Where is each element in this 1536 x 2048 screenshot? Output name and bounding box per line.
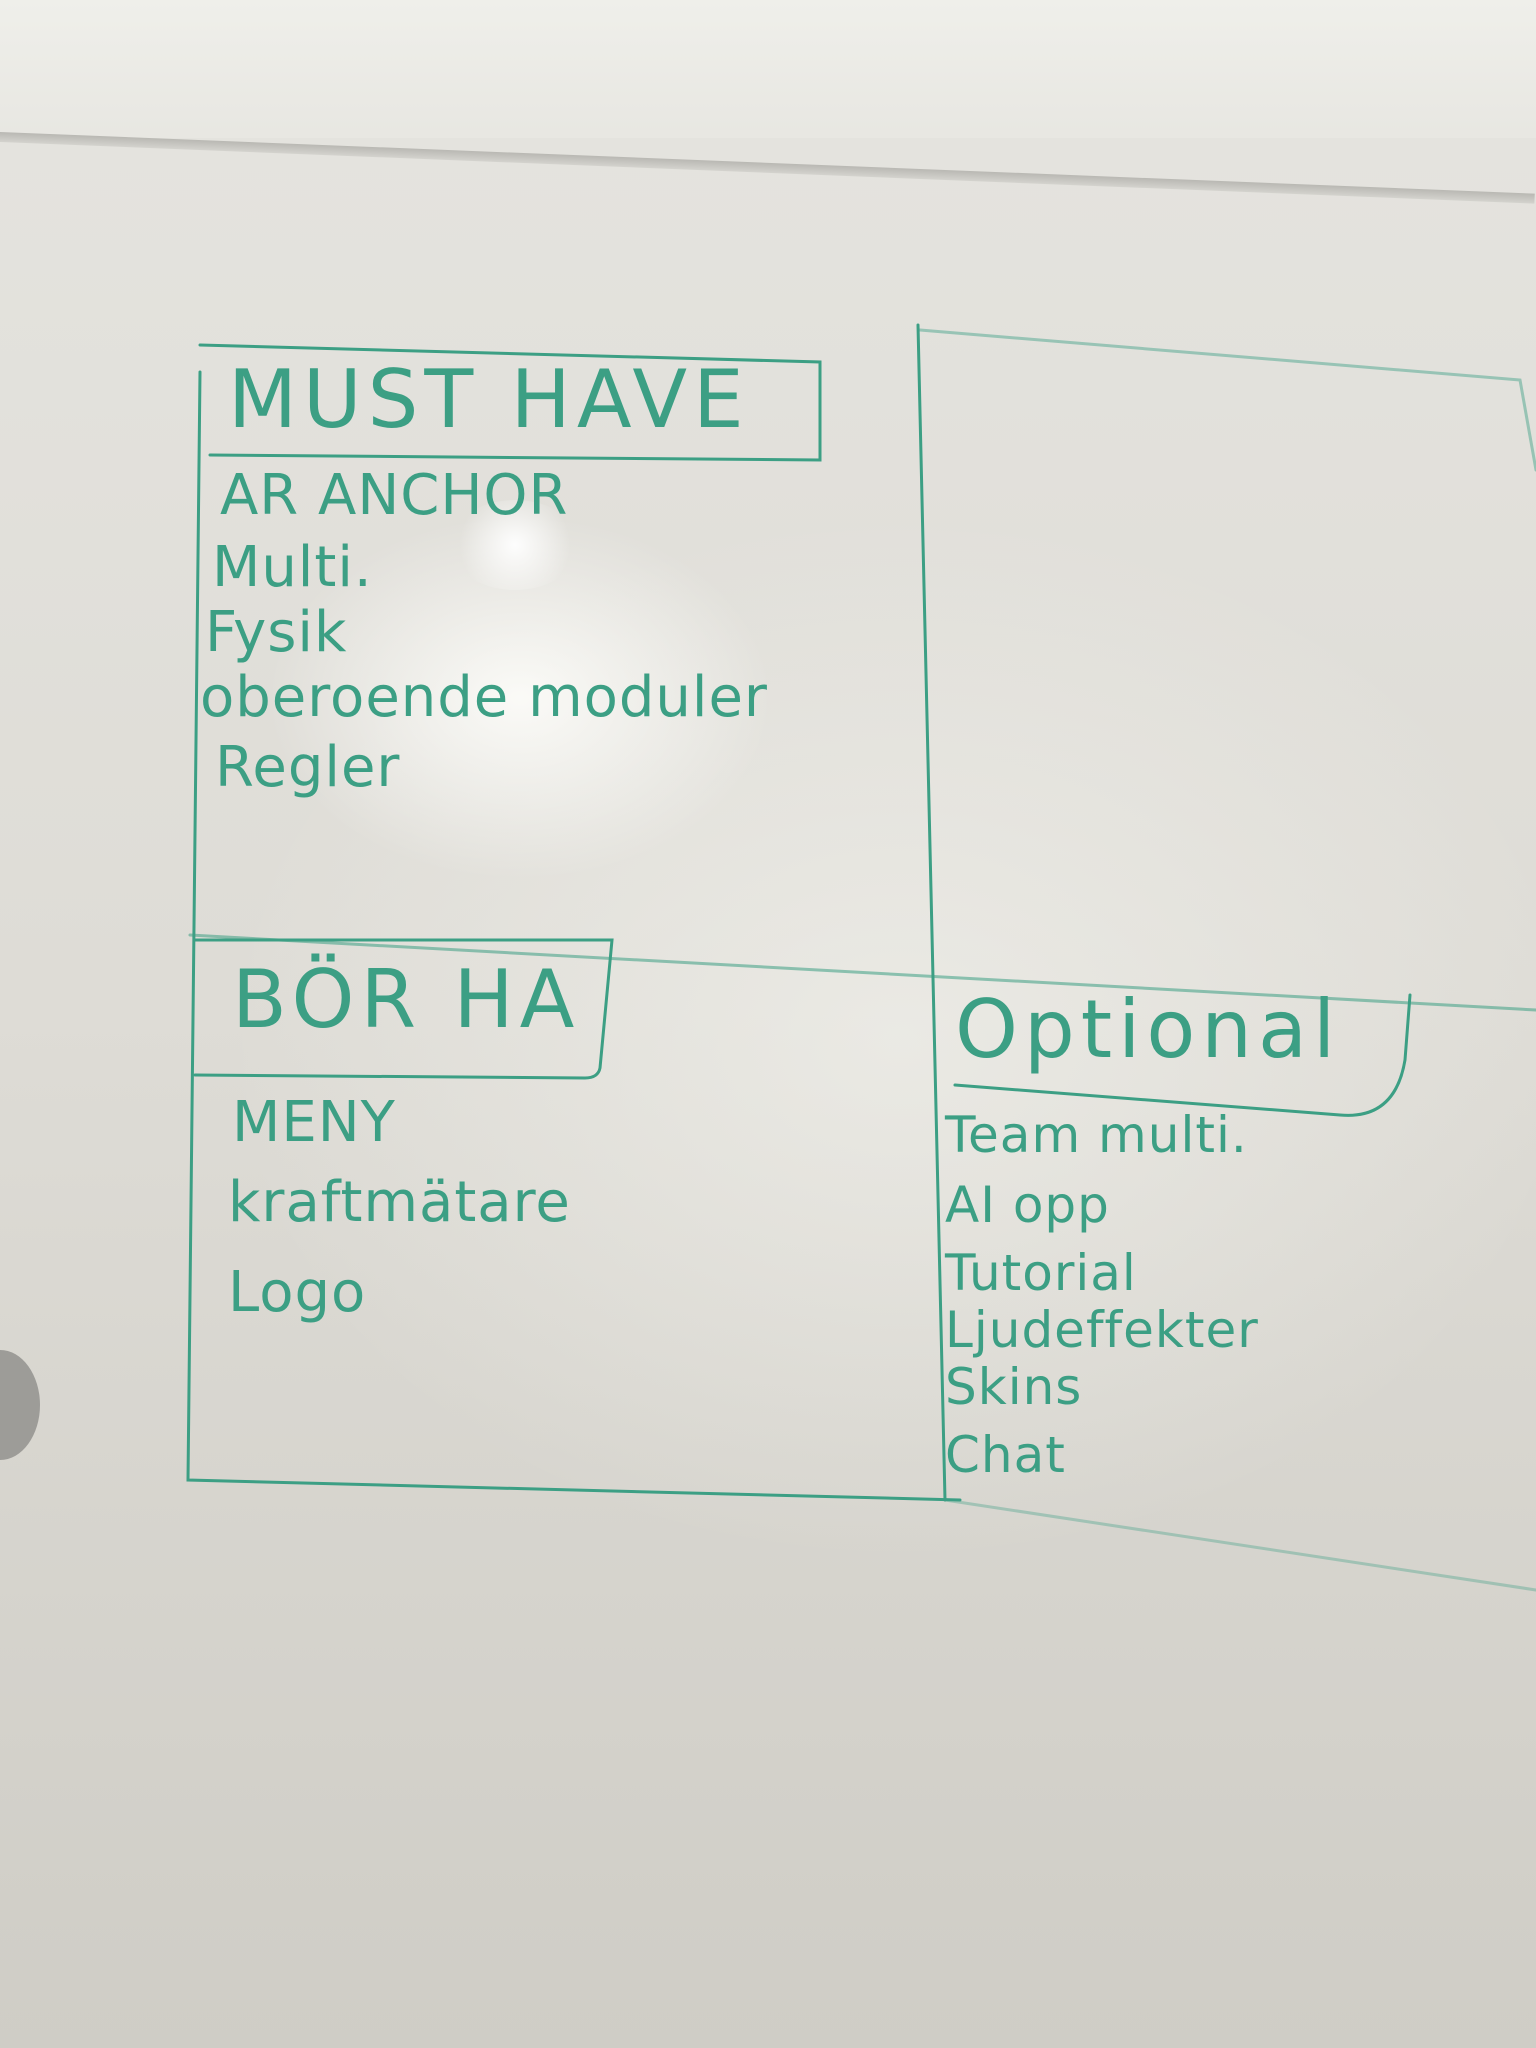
middle-divider-line [916,323,947,1502]
optional-heading: Optional [955,983,1342,1076]
optional-item: Team multi. [945,1106,1248,1164]
bor-ha-item: MENY [232,1090,396,1155]
bottom-right-border-line [943,1498,1536,1592]
optional-item: Chat [945,1426,1066,1484]
optional-item: Skins [945,1358,1083,1416]
must-have-item: Multi. [212,535,373,600]
must-have-item: oberoende moduler [200,665,768,730]
must-have-heading: MUST HAVE [228,353,750,446]
bor-ha-item: Logo [228,1260,367,1325]
optional-item: Tutorial [945,1244,1137,1302]
bor-ha-item: kraftmätare [228,1170,571,1235]
optional-item: AI opp [945,1176,1110,1234]
must-have-item: Fysik [205,600,348,665]
must-have-item: AR ANCHOR [220,463,569,528]
bor-ha-heading: BÖR HA [232,953,581,1046]
top-right-border-line [918,328,1536,472]
optional-item: Ljudeffekter [945,1301,1259,1359]
must-have-item: Regler [215,735,401,800]
